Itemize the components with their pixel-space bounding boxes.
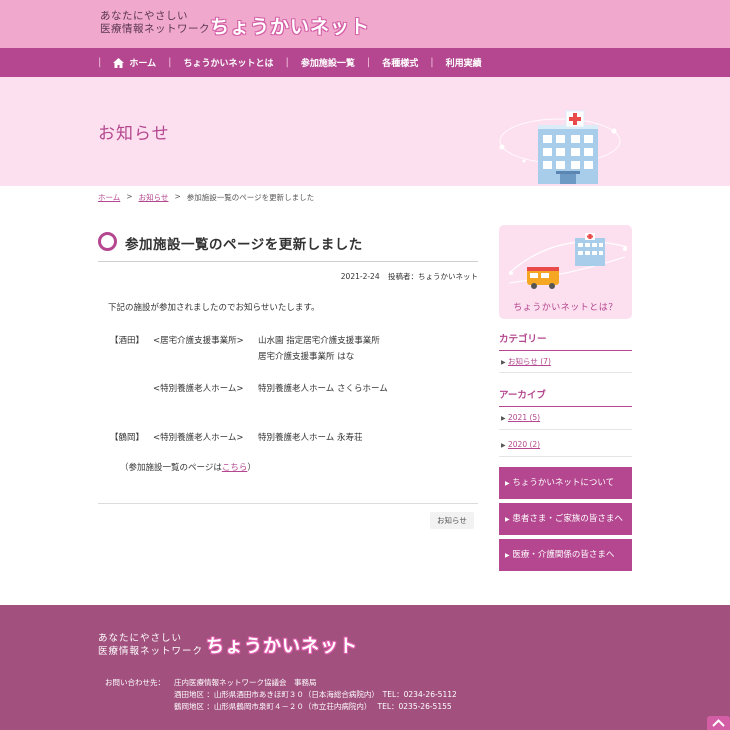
facility-name: 特別養護老人ホーム さくらホーム	[258, 384, 388, 394]
footer-org: 庄内医療情報ネットワーク協議会 事務局	[174, 678, 317, 687]
site-footer: あなたにやさしい 医療情報ネットワーク ちょうかいネット お問い合わせ先： 庄内…	[0, 605, 730, 730]
sidebar-divider	[499, 372, 632, 373]
footer-contact-label: お問い合わせ先：	[105, 678, 165, 687]
nav-separator: |	[168, 57, 172, 68]
arrow-right-icon: ▶	[501, 415, 506, 422]
home-icon	[113, 57, 125, 68]
breadcrumb: ホーム > お知らせ > 参加施設一覧のページを更新しました	[98, 192, 314, 203]
nav-item-home[interactable]: ホーム	[103, 56, 166, 69]
facility-area: 【鶴岡】	[110, 433, 145, 443]
footer-logo-brand: ちょうかいネット	[206, 636, 358, 657]
nav-separator: |	[430, 57, 434, 68]
article-intro: 下記の施設が参加されましたのでお知らせいたします。	[108, 303, 320, 313]
about-banner-label: ちょうかいネットとは？	[513, 303, 618, 313]
article-author: 投稿者：ちょうかいネット	[388, 272, 478, 281]
arrow-right-icon: ▶	[505, 552, 510, 559]
facility-name: 特別養護老人ホーム 永寿荘	[258, 433, 363, 443]
archive-heading: アーカイブ	[499, 387, 632, 407]
logo-tagline-2: 医療情報ネットワーク	[100, 23, 210, 35]
sidebar-button-label: ちょうかいネットについて	[512, 478, 615, 488]
article-header: 参加施設一覧のページを更新しました	[98, 229, 478, 262]
nav-separator: |	[285, 57, 289, 68]
logo-brand: ちょうかいネット	[210, 16, 371, 38]
nav-item-facilities[interactable]: 参加施設一覧	[291, 56, 365, 69]
facility-type: <特別養護老人ホーム>	[153, 384, 244, 394]
article-meta: 2021-2-24 投稿者：ちょうかいネット	[98, 271, 478, 282]
sidebar-button-label: 医療・介護関係の皆さまへ	[512, 550, 615, 560]
site-header: あなたにやさしい 医療情報ネットワーク ちょうかいネット	[0, 0, 730, 48]
sidebar-button-patients[interactable]: ▶ 患者さま・ご家族の皆さまへ	[499, 503, 632, 535]
facility-type: <特別養護老人ホーム>	[153, 433, 244, 443]
sidebar-divider	[499, 456, 632, 457]
article-footer-divider	[98, 503, 478, 504]
sidebar-divider	[499, 429, 632, 430]
about-banner[interactable]: ちょうかいネットとは？	[499, 225, 632, 319]
category-link-label: お知らせ (7)	[508, 357, 551, 366]
breadcrumb-current: 参加施設一覧のページを更新しました	[186, 193, 315, 202]
hospital-illustration-icon	[499, 110, 621, 184]
breadcrumb-separator: >	[174, 192, 181, 201]
hospital-ambulance-illustration-icon	[508, 233, 628, 289]
logo-tagline-1: あなたにやさしい	[100, 10, 188, 22]
arrow-right-icon: ▶	[505, 516, 510, 523]
page-hero: お知らせ	[0, 77, 730, 186]
nav-item-about[interactable]: ちょうかいネットとは	[173, 56, 283, 69]
footer-logo[interactable]: あなたにやさしい 医療情報ネットワーク ちょうかいネット	[98, 632, 357, 658]
article-title: 参加施設一覧のページを更新しました	[125, 237, 363, 253]
nav-item-usage[interactable]: 利用実績	[436, 56, 492, 69]
nav-separator: |	[366, 57, 371, 68]
breadcrumb-separator: >	[126, 192, 133, 201]
site-logo[interactable]: あなたにやさしい 医療情報ネットワーク ちょうかいネット	[100, 10, 369, 38]
page-title: お知らせ	[98, 124, 170, 144]
sidebar-button-about[interactable]: ▶ ちょうかいネットについて	[499, 467, 632, 499]
footer-logo-tagline-2: 医療情報ネットワーク	[98, 646, 204, 657]
nav-item-label: ホーム	[129, 59, 157, 69]
arrow-right-icon: ▶	[501, 359, 506, 366]
note-suffix: ）	[247, 463, 256, 473]
arrow-right-icon: ▶	[505, 480, 510, 487]
category-link-news[interactable]: ▶ お知らせ (7)	[501, 356, 551, 367]
chevron-up-icon	[712, 719, 725, 727]
archive-link-label: 2021 (5)	[508, 413, 541, 422]
nav-separator: |	[98, 57, 102, 68]
archive-link-2021[interactable]: ▶ 2021 (5)	[501, 413, 540, 422]
sidebar-button-label: 患者さま・ご家族の皆さまへ	[512, 514, 623, 524]
breadcrumb-news-link[interactable]: お知らせ	[139, 192, 169, 203]
footer-logo-tagline-1: あなたにやさしい	[98, 633, 183, 644]
sidebar-button-professionals[interactable]: ▶ 医療・介護関係の皆さまへ	[499, 539, 632, 571]
footer-address-sakata: 酒田地区 ：山形県酒田市あきほ町３０（日本海総合病院内） TEL：0234-26…	[174, 690, 457, 699]
global-nav: | ホーム | ちょうかいネットとは | 参加施設一覧 | 各種様式 | 利用実…	[0, 48, 730, 77]
category-tag[interactable]: お知らせ	[430, 512, 474, 529]
breadcrumb-home-link[interactable]: ホーム	[98, 192, 120, 203]
arrow-right-icon: ▶	[501, 442, 506, 449]
back-to-top-button[interactable]	[707, 716, 730, 730]
ring-bullet-icon	[98, 232, 117, 251]
article-date: 2021-2-24	[340, 272, 380, 281]
facility-list-link[interactable]: こちら	[222, 463, 248, 473]
archive-link-label: 2020 (2)	[508, 440, 541, 449]
note-prefix: （参加施設一覧のページは	[120, 463, 222, 473]
archive-link-2020[interactable]: ▶ 2020 (2)	[501, 440, 540, 449]
facility-type: <居宅介護支援事業所>	[153, 336, 244, 346]
facility-list-note: （参加施設一覧のページはこちら）	[120, 461, 256, 473]
facility-name: 山水園 指定居宅介護支援事業所	[258, 336, 380, 346]
nav-item-forms[interactable]: 各種様式	[372, 56, 428, 69]
facility-name: 居宅介護支援事業所 はな	[258, 352, 355, 362]
footer-address-tsuruoka: 鶴岡地区 ：山形県鶴岡市泉町４－２０（市立荘内病院内） TEL：0235-26-…	[174, 702, 452, 711]
facility-area: 【酒田】	[110, 336, 145, 346]
category-heading: カテゴリー	[499, 331, 632, 351]
